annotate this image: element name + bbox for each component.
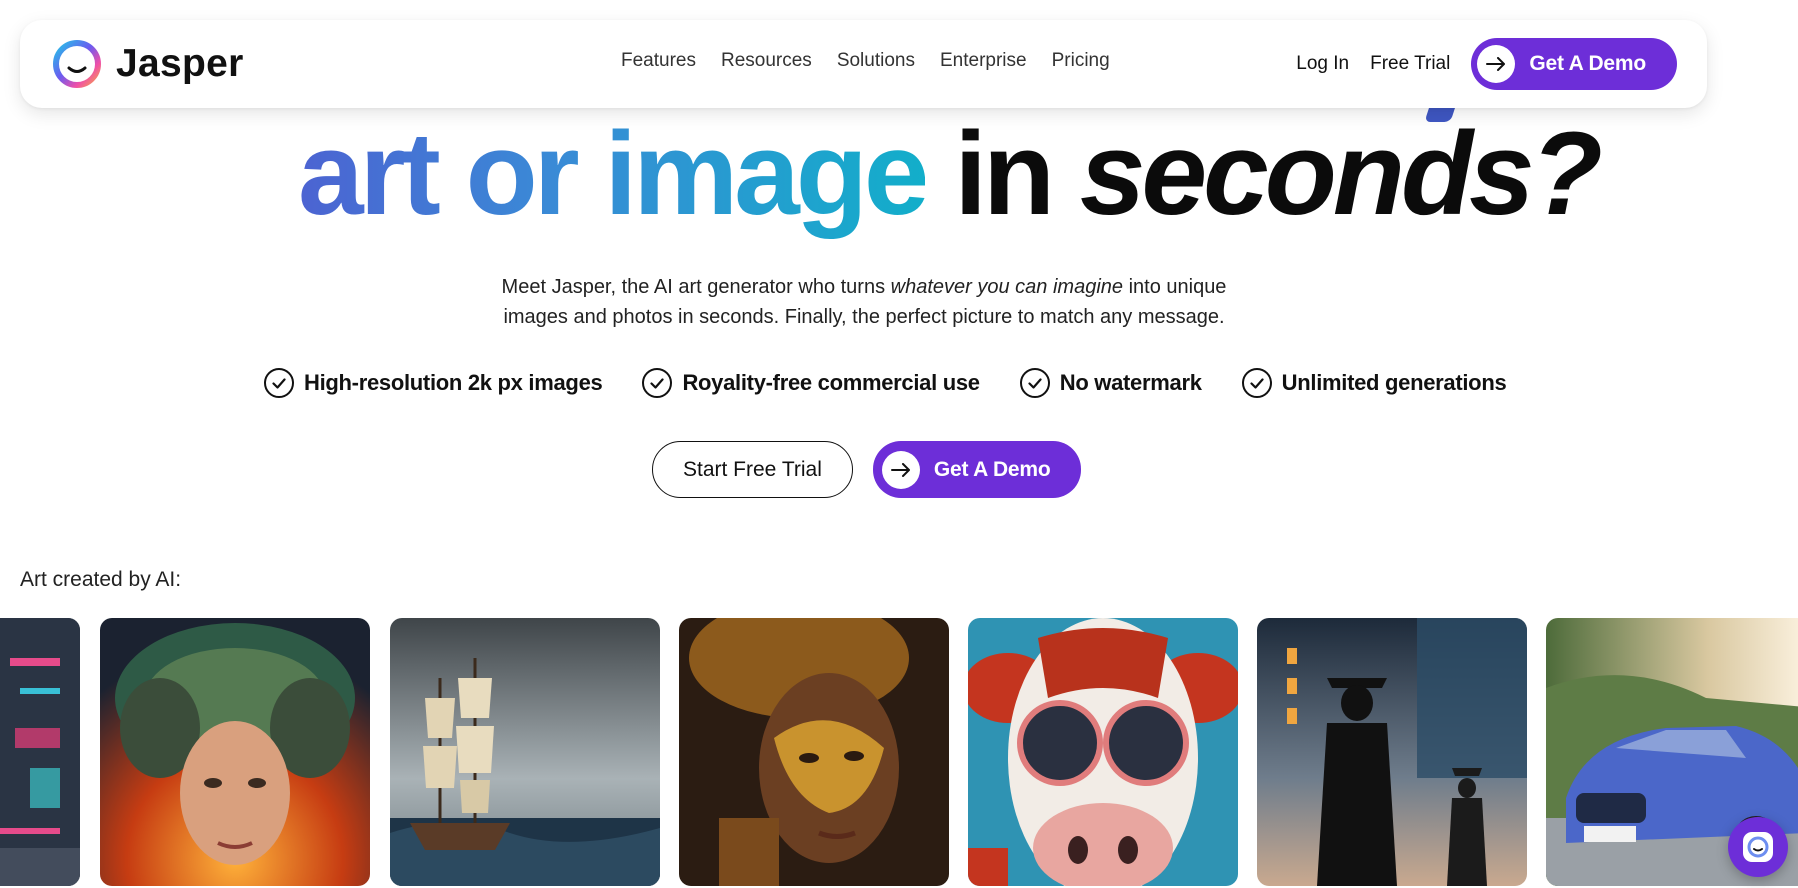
- nav-get-demo-button[interactable]: Get A Demo: [1471, 38, 1677, 90]
- nav-link-features[interactable]: Features: [621, 50, 696, 72]
- hero-subtext: Meet Jasper, the AI art generator who tu…: [500, 272, 1228, 332]
- gallery-label: Art created by AI:: [20, 568, 182, 591]
- cowboy-silhouette-city-image: [1257, 618, 1527, 886]
- subtext-start: Meet Jasper, the AI art generator who tu…: [501, 276, 891, 298]
- feature-list: High-resolution 2k px images Royality-fr…: [264, 368, 1507, 398]
- feature-item: Royality-free commercial use: [642, 368, 980, 398]
- nav-links: Features Resources Solutions Enterprise …: [621, 50, 1110, 72]
- cow-sunglasses-image: [968, 618, 1238, 886]
- feature-item: Unlimited generations: [1241, 368, 1507, 398]
- nav-link-resources[interactable]: Resources: [721, 50, 812, 72]
- headline-in: in: [954, 108, 1055, 240]
- top-navigation: Jasper Features Resources Solutions Ente…: [20, 20, 1707, 108]
- feature-item: High-resolution 2k px images: [264, 368, 603, 398]
- nav-link-enterprise[interactable]: Enterprise: [940, 50, 1027, 72]
- jasper-logo-icon: [53, 40, 101, 88]
- chat-widget-icon: [1743, 832, 1773, 862]
- neon-city-image: [0, 618, 80, 886]
- feature-label: Royality-free commercial use: [682, 370, 980, 395]
- nav-get-demo-label: Get A Demo: [1529, 52, 1646, 75]
- feature-label: Unlimited generations: [1281, 370, 1507, 395]
- subtext-italic: whatever you can imagine: [890, 276, 1124, 298]
- start-free-trial-button[interactable]: Start Free Trial: [652, 441, 853, 498]
- feature-label: High-resolution 2k px images: [304, 370, 603, 395]
- login-link[interactable]: Log In: [1296, 53, 1349, 75]
- hero-get-demo-label: Get A Demo: [933, 457, 1051, 481]
- nav-link-pricing[interactable]: Pricing: [1052, 50, 1110, 72]
- sailing-ship-storm-image: [390, 618, 660, 886]
- nav-link-solutions[interactable]: Solutions: [837, 50, 915, 72]
- free-trial-link[interactable]: Free Trial: [1370, 53, 1450, 75]
- arrow-right-icon: [1477, 45, 1516, 83]
- check-circle-icon: [264, 368, 294, 398]
- hero-get-demo-button[interactable]: Get A Demo: [872, 441, 1081, 498]
- viking-warrior-woman-image: [100, 618, 370, 886]
- arrow-right-icon: [881, 450, 920, 489]
- hero-cta-row: Start Free Trial Get A Demo: [652, 441, 1081, 498]
- check-circle-icon: [1241, 368, 1272, 398]
- feature-label: No watermark: [1059, 370, 1202, 395]
- ai-art-gallery: [0, 618, 1798, 888]
- check-circle-icon: [642, 368, 673, 398]
- chat-widget-button[interactable]: [1728, 817, 1788, 877]
- nav-actions: Log In Free Trial Get A Demo: [1296, 38, 1677, 90]
- headline-seconds: seconds?: [1079, 108, 1603, 240]
- hero-headline: art or image in seconds?: [298, 115, 1603, 233]
- check-circle-icon: [1019, 368, 1050, 398]
- golden-mask-woman-image: [679, 618, 949, 886]
- feature-item: No watermark: [1019, 368, 1202, 398]
- headline-gradient-text: art or image: [298, 108, 929, 240]
- jasper-logo[interactable]: Jasper: [50, 40, 244, 88]
- brand-name: Jasper: [116, 42, 244, 85]
